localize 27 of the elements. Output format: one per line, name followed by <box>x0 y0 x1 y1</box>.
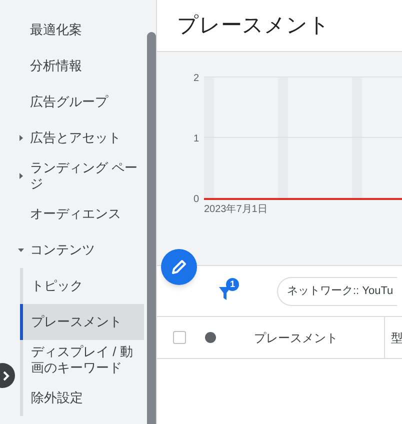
axis-label: 2 <box>193 73 199 84</box>
select-all-checkbox[interactable] <box>173 331 186 344</box>
sidebar-item[interactable]: コンテンツ <box>0 232 147 268</box>
axis-label: 1 <box>193 134 199 144</box>
sidebar-item[interactable]: トピック <box>20 268 144 304</box>
sidebar-item[interactable]: 広告とアセット <box>0 120 147 156</box>
sidebar-item[interactable]: ランディング ページ <box>0 156 147 196</box>
chevron-right-icon <box>3 370 10 380</box>
date-label: 2023年7月1日 <box>204 204 268 215</box>
caret-right-icon <box>18 135 24 141</box>
pencil-icon <box>171 259 187 275</box>
sidebar-item[interactable]: 除外設定 <box>20 380 144 416</box>
column-header[interactable]: プレースメント <box>254 328 384 346</box>
axis-label: 0 <box>193 194 199 205</box>
sidebar-item[interactable]: 最適化案 <box>0 12 147 48</box>
sidebar-item[interactable]: プレースメント <box>20 304 144 340</box>
sidebar-item[interactable]: ディスプレイ / 動画のキーワード <box>20 340 144 380</box>
sidebar-item[interactable]: 分析情報 <box>0 48 147 84</box>
sidebar-item[interactable]: オーディエンス <box>0 196 147 232</box>
sidebar-item[interactable]: 広告グループ <box>0 84 147 120</box>
edit-button[interactable] <box>161 249 197 285</box>
filter-chip[interactable]: ネットワーク:: YouTu <box>277 276 398 306</box>
filter-count-badge: 1 <box>226 278 239 291</box>
scrollbar-thumb[interactable] <box>147 32 156 424</box>
caret-right-icon <box>18 173 24 179</box>
caret-down-icon <box>18 247 24 253</box>
page-title: プレースメント <box>177 12 330 39</box>
